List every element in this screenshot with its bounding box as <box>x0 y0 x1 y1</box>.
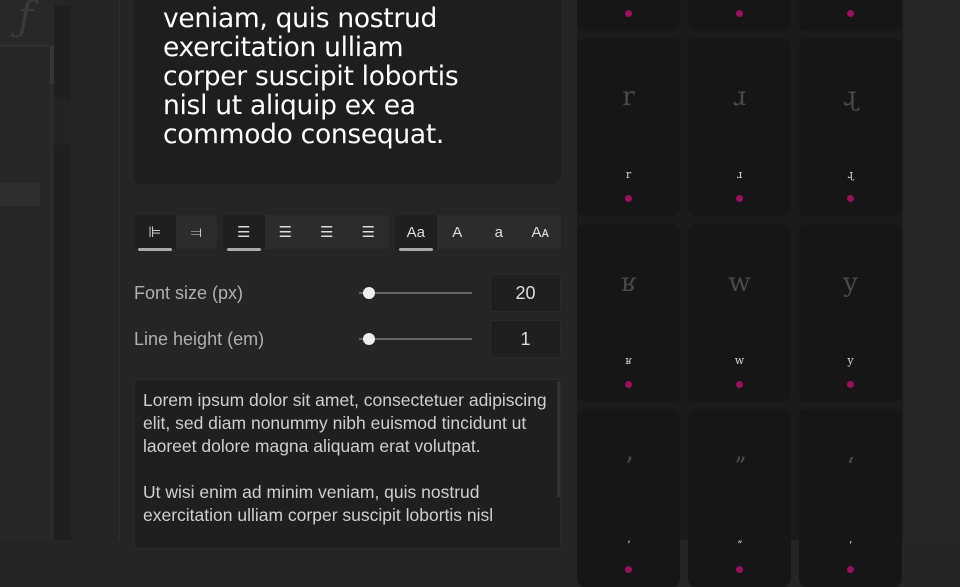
align-center-icon: ☰ <box>278 224 292 241</box>
side-strip-segment <box>54 100 71 145</box>
glyph-marker-dot <box>736 10 743 17</box>
glyph-marker-dot <box>736 195 743 202</box>
glyph-marker-dot <box>847 566 854 573</box>
glyph-small: y <box>847 354 854 367</box>
align-left-button[interactable]: ☰ <box>223 215 265 251</box>
lowercase-button[interactable]: a <box>478 215 520 249</box>
glyph-large: ɻ <box>843 82 858 112</box>
glyph-card[interactable] <box>688 0 791 31</box>
left-panel <box>0 0 52 540</box>
mixed-case-icon: Aa <box>406 223 425 241</box>
font-size-slider[interactable] <box>359 292 472 294</box>
glyph-marker-dot <box>736 381 743 388</box>
direction-group: ⊫ ⫤ <box>134 215 218 251</box>
text-preview: veniam, quis nostrud exercitation ulliam… <box>134 0 561 184</box>
right-panel <box>903 0 960 540</box>
ltr-icon: ⊫ <box>148 224 162 241</box>
align-right-button[interactable]: ☰ <box>306 215 348 249</box>
ltr-button[interactable]: ⊫ <box>134 215 176 251</box>
side-strip <box>54 5 71 540</box>
glyph-marker-dot <box>625 10 632 17</box>
glyph-small: ʻ <box>848 539 853 552</box>
glyph-marker-dot <box>736 566 743 573</box>
glyph-large: ʼ <box>624 453 633 483</box>
glyph-small: ˮ <box>736 539 743 552</box>
rtl-button[interactable]: ⫤ <box>176 215 218 249</box>
font-size-slider-thumb[interactable] <box>363 287 375 299</box>
align-left-icon: ☰ <box>237 224 251 241</box>
glyph-card[interactable] <box>577 0 680 31</box>
glyph-large: ʻ <box>846 453 855 483</box>
glyph-marker-dot <box>847 10 854 17</box>
glyph-card[interactable]: ww <box>688 224 791 402</box>
glyph-marker-dot <box>625 195 632 202</box>
selected-list-item[interactable] <box>0 183 40 206</box>
glyph-large: ɹ <box>732 82 747 112</box>
glyph-card[interactable]: rr <box>577 38 680 216</box>
justify-icon: ☰ <box>361 224 375 241</box>
line-height-slider[interactable] <box>359 338 472 340</box>
align-group: ☰ ☰ ☰ ☰ <box>223 215 390 251</box>
small-caps-button[interactable]: Aᴀ <box>520 215 562 249</box>
glyph-small: ɹ <box>736 168 743 181</box>
panel-divider <box>119 0 120 540</box>
glyph-card[interactable]: yy <box>799 224 902 402</box>
glyph-card[interactable] <box>799 0 902 31</box>
glyph-small: r <box>625 168 632 181</box>
glyph-card[interactable]: ɻɻ <box>799 38 902 216</box>
glyph-large: r <box>622 82 635 112</box>
glyph-marker-dot <box>847 195 854 202</box>
glyph-large: w <box>728 268 751 298</box>
glyph-card[interactable]: ɹɹ <box>688 38 791 216</box>
glyph-large: y <box>843 268 858 298</box>
font-thumbnail[interactable]: ƒ <box>0 0 54 46</box>
lowercase-icon: a <box>494 223 503 241</box>
line-height-label: Line height (em) <box>134 329 265 349</box>
logo-glyph: ƒ <box>18 0 33 40</box>
glyph-card[interactable]: ˮˮ <box>688 409 791 587</box>
mixed-case-button[interactable]: Aa <box>395 215 437 251</box>
rtl-icon: ⫤ <box>190 223 202 241</box>
line-height-slider-thumb[interactable] <box>363 333 375 345</box>
uppercase-icon: A <box>452 223 463 241</box>
textarea-scrollbar[interactable] <box>557 381 560 497</box>
line-height-input[interactable]: 1 <box>490 320 561 358</box>
case-group: Aa A a Aᴀ <box>395 215 562 251</box>
font-size-input[interactable]: 20 <box>490 274 561 312</box>
glyph-large: ʁ <box>620 268 637 298</box>
uppercase-button[interactable]: A <box>437 215 479 249</box>
glyph-small: w <box>734 354 745 367</box>
glyph-small: ʁ <box>625 354 632 367</box>
glyph-marker-dot <box>847 381 854 388</box>
sample-text-input[interactable]: Lorem ipsum dolor sit amet, consectetuer… <box>134 379 561 549</box>
glyph-small: ʼ <box>626 539 631 552</box>
justify-button[interactable]: ☰ <box>348 215 390 249</box>
small-caps-icon: Aᴀ <box>531 223 549 241</box>
glyph-large: ˮ <box>733 453 746 483</box>
glyph-card[interactable]: ʼʼ <box>577 409 680 587</box>
glyph-card[interactable]: ʁʁ <box>577 224 680 402</box>
glyph-marker-dot <box>625 566 632 573</box>
glyph-grid: rrɹɹɻɻʁʁwwyyʼʼˮˮʻʻ <box>577 0 903 587</box>
align-center-button[interactable]: ☰ <box>265 215 307 249</box>
font-size-label: Font size (px) <box>134 283 244 303</box>
align-right-icon: ☰ <box>320 224 334 241</box>
glyph-marker-dot <box>625 381 632 388</box>
glyph-small: ɻ <box>847 168 854 181</box>
glyph-card[interactable]: ʻʻ <box>799 409 902 587</box>
